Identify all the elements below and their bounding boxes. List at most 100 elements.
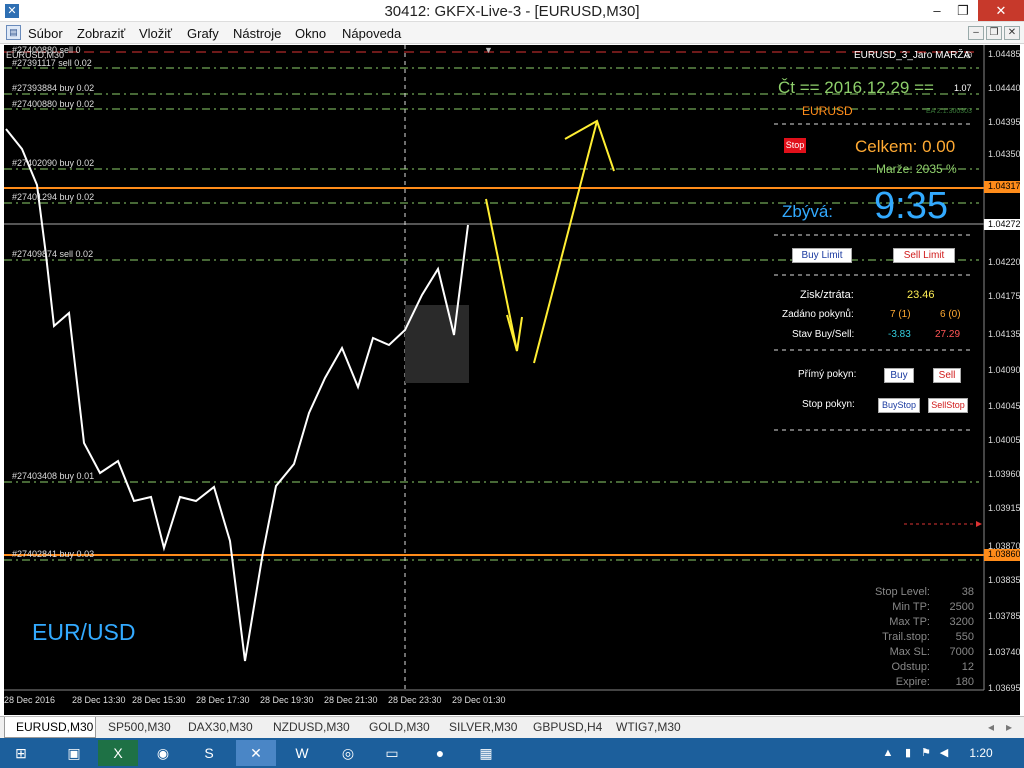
stat-label: Max TP: [889,616,930,628]
skype-icon[interactable]: S [189,740,229,766]
leverage-value: 1.07 [954,83,972,93]
symbol-watermark: EUR/USD [32,619,136,645]
menu-napoveda[interactable]: Nápoveda [342,26,401,41]
chart-tabs-bar: EURUSD,M30 SP500,M30 DAX30,M30 NZDUSD,M3… [0,716,1024,738]
ea-version: EA 2.1.300303 [926,108,972,115]
tray-flag-icon[interactable]: ⚑ [918,740,934,766]
tab-nzdusd[interactable]: NZDUSD,M30 [273,720,350,734]
menu-subor[interactable]: Súbor [28,26,63,41]
order-label: #27400880 buy 0.02 [12,99,95,109]
time-axis-label: 28 Dec 15:30 [132,695,186,705]
stop-button[interactable]: Stop [784,138,806,153]
stat-label: Expire: [895,676,930,688]
mt4-active-icon[interactable]: ✕ [236,740,276,766]
close-button[interactable]: ✕ [978,0,1024,21]
tray-up-icon[interactable]: ▲ [880,740,896,766]
price-axis-label: 1.04350 [988,149,1020,159]
stav-label: Stav Buy/Sell: [792,329,855,340]
metatrader-icon[interactable]: ◉ [143,740,183,766]
stat-label: Trail.stop: [882,631,930,643]
price-axis-label: 1.04175 [988,291,1020,301]
price-axis-label: 1.04005 [988,435,1020,445]
stat-value: 2500 [949,601,974,613]
stat-value: 3200 [949,616,974,628]
tray-network-icon[interactable]: ▮ [900,740,916,766]
sellstop-button[interactable]: SellStop [928,398,968,413]
price-axis-label: 1.03835 [988,575,1020,585]
menu-grafy[interactable]: Grafy [187,26,219,41]
stav-buy: -3.83 [888,329,911,340]
mdi-restore-button[interactable]: ❐ [986,26,1002,40]
price-axis-label: 1.04220 [988,257,1020,267]
folder-icon[interactable]: ▭ [372,740,412,766]
smiley-icon: ☺ [963,49,975,61]
order-label: #27402090 buy 0.02 [12,158,95,168]
mdi-minimize-button[interactable]: – [968,26,984,40]
word-icon[interactable]: W [282,740,322,766]
price-axis-label: 1.04440 [988,83,1020,93]
menu-vlozit[interactable]: Vložiť [139,26,172,41]
zisk-label: Zisk/ztráta: [800,289,854,301]
price-axis-label: 1.04317 [988,181,1020,191]
order-label: #27393884 buy 0.02 [12,83,95,93]
restore-button[interactable]: ❐ [948,0,978,21]
menu-bar: ▤ Súbor Zobraziť Vložiť Grafy Nástroje O… [0,22,1024,44]
order-label: #27400880 sell 0 [12,45,81,55]
time-axis-label: 28 Dec 2016 [4,695,56,705]
marze-value: Marže: 2035 % [876,162,957,176]
price-axis: 1.04485 1.04440 1.04395 1.04350 1.04317 1.042… [986,45,1020,693]
price-axis-label: 1.03695 [988,683,1020,693]
stat-value: 38 [961,586,974,598]
menu-zobrazit[interactable]: Zobraziť [77,26,125,41]
stat-label: Odstup: [891,661,930,673]
tab-gbpusd[interactable]: GBPUSD,H4 [533,720,602,734]
order-label: #27409874 sell 0.02 [12,249,94,259]
zbyva-label: Zbývá: [782,202,834,221]
chart-area[interactable]: ▼ EURUSD,M30 #27400880 sell 0 #27391117 … [4,45,1020,715]
tab-scroll-right-icon[interactable]: ▸ [1006,720,1012,734]
time-axis: 28 Dec 2016 28 Dec 13:30 28 Dec 15:30 28 De… [4,693,984,711]
price-axis-label: 1.04045 [988,401,1020,411]
price-axis-label: 1.04135 [988,329,1020,339]
ea-name: EURUSD_3_Jaro MARŽA [854,50,971,61]
price-axis-label: 1.03915 [988,503,1020,513]
tab-silver[interactable]: SILVER,M30 [449,720,517,734]
tab-eurusd[interactable]: EURUSD,M30 [16,720,93,734]
tab-dax30[interactable]: DAX30,M30 [188,720,253,734]
time-axis-label: 28 Dec 23:30 [388,695,442,705]
date-display: Čt == 2016.12.29 == [778,78,934,97]
explorer-icon[interactable]: ▣ [54,740,94,766]
price-axis-label: 1.03785 [988,611,1020,621]
zadano-label: Zadáno pokynů: [782,309,854,320]
start-icon[interactable]: ⊞ [4,740,38,766]
price-axis-label: 1.04485 [988,49,1020,59]
zbyva-timer: 9:35 [874,185,948,227]
time-axis-label: 28 Dec 21:30 [324,695,378,705]
price-line [5,128,469,662]
sell-button[interactable]: Sell [933,368,961,383]
price-axis-label: 1.04272 [988,219,1020,229]
buystop-button[interactable]: BuyStop [878,398,920,413]
tab-scroll-left-icon[interactable]: ◂ [988,720,994,734]
buy-button[interactable]: Buy [884,368,914,383]
menu-nastroje[interactable]: Nástroje [233,26,281,41]
stat-label: Stop Level: [874,586,930,598]
excel-icon[interactable]: X [98,740,138,766]
order-label: #27403408 buy 0.01 [12,471,95,481]
mdi-close-button[interactable]: ✕ [1004,26,1020,40]
paint-icon[interactable]: ● [420,740,460,766]
yellow-arrow-up [533,120,598,364]
app-icon[interactable]: ▦ [466,740,506,766]
tab-wtig7[interactable]: WTIG7,M30 [616,720,681,734]
tab-gold[interactable]: GOLD,M30 [369,720,430,734]
windows-taskbar: ⊞ ▣ X ◉ S ✕ W ◎ ▭ ● ▦ ▲ ▮ ⚑ ◀ 1:20 [0,738,1024,768]
stav-sell: 27.29 [935,329,961,340]
buy-limit-button[interactable]: Buy Limit [792,248,852,263]
chrome-icon[interactable]: ◎ [328,740,368,766]
tab-sp500[interactable]: SP500,M30 [108,720,171,734]
tray-volume-icon[interactable]: ◀ [936,740,952,766]
menu-okno[interactable]: Okno [295,26,326,41]
document-icon[interactable]: ▤ [6,25,21,40]
sell-limit-button[interactable]: Sell Limit [893,248,955,263]
time-axis-label: 28 Dec 17:30 [196,695,250,705]
